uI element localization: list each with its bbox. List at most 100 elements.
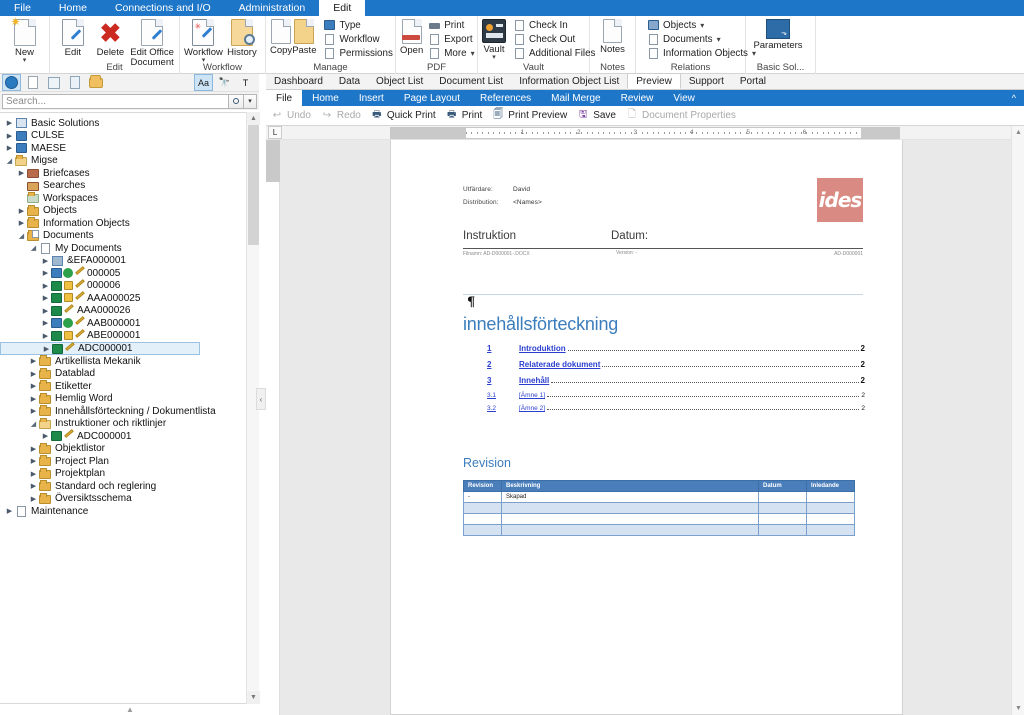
tree-node[interactable]: ▶ 000005 xyxy=(0,266,245,280)
more-caret-icon[interactable]: ▾ xyxy=(471,49,475,58)
tree-node[interactable]: ▶ Innehållsförteckning / Dokumentlista xyxy=(0,405,245,418)
vault-button[interactable]: Vault ▾ xyxy=(482,16,506,61)
tree-expander-expanded-icon[interactable]: ◢ xyxy=(28,244,39,252)
word-print-preview-button[interactable]: 🗐 Print Preview xyxy=(491,109,567,123)
type-button[interactable]: Type xyxy=(320,18,395,32)
tree-node[interactable]: ▶ Project Plan xyxy=(0,455,245,468)
preview-file-icon[interactable] xyxy=(44,74,63,91)
tree-expander-collapsed-icon[interactable]: ▶ xyxy=(28,470,39,478)
toc-entry-title[interactable]: Introduktion xyxy=(519,344,566,353)
tree-expander-collapsed-icon[interactable]: ▶ xyxy=(16,169,27,177)
module-tab-dashboard[interactable]: Dashboard xyxy=(266,74,331,89)
revision-table-cell[interactable] xyxy=(758,513,807,525)
documents-relation-button[interactable]: Documents ▾ xyxy=(644,32,759,46)
tab-stop-selector[interactable]: L xyxy=(268,126,282,139)
revision-table-row[interactable] xyxy=(463,524,855,536)
tree-node[interactable]: Searches xyxy=(0,180,245,193)
tree-node[interactable]: ◢ Migse xyxy=(0,154,245,168)
tree-scroll-up-icon[interactable]: ▲ xyxy=(247,112,260,125)
navigation-tree-panel[interactable]: ▶ Basic Solutions ▶ CULSE ▶ MAESE ◢ Migse ▶ Brief… xyxy=(0,112,259,704)
workflow-small-button[interactable]: Workflow xyxy=(320,32,395,46)
tree-scroll-down-icon[interactable]: ▼ xyxy=(247,691,260,704)
tree-expander-collapsed-icon[interactable]: ▶ xyxy=(40,432,51,440)
objects-relation-button[interactable]: Objects ▾ xyxy=(644,18,759,32)
vault-caret-icon[interactable]: ▾ xyxy=(492,54,496,61)
toc-entry-title[interactable]: Relaterade dokument xyxy=(519,360,600,369)
tree-expander-collapsed-icon[interactable]: ▶ xyxy=(28,395,39,403)
menu-item-administration[interactable]: Administration xyxy=(225,0,320,16)
toc-entry[interactable]: 3.2 [Ämne 2] 2 xyxy=(487,405,865,412)
module-tab-information-object-list[interactable]: Information Object List xyxy=(511,74,627,89)
tree-expander-collapsed-icon[interactable]: ▶ xyxy=(4,132,15,140)
collapse-panel-button[interactable]: ‹ xyxy=(256,388,266,410)
search-icon[interactable] xyxy=(229,93,244,109)
menu-item-file[interactable]: File xyxy=(0,0,45,16)
tree-node[interactable]: ▶ AAA000026 xyxy=(0,303,245,318)
horizontal-ruler[interactable]: 123456 xyxy=(390,127,900,139)
tree-node[interactable]: ▶ Översiktsschema xyxy=(0,492,245,506)
tree-node[interactable]: ▶ Basic Solutions xyxy=(0,117,245,130)
revision-table-cell[interactable] xyxy=(463,524,502,536)
revision-table-cell[interactable] xyxy=(758,491,807,503)
document-scroll-up-icon[interactable]: ▲ xyxy=(1012,126,1024,139)
copy-file-icon[interactable] xyxy=(65,74,84,91)
word-tab-insert[interactable]: Insert xyxy=(349,90,394,106)
revision-table-row[interactable] xyxy=(463,513,855,525)
toc-entry-title[interactable]: [Ämne 2] xyxy=(519,405,545,412)
workflow-button[interactable]: ✳ Workflow ▾ xyxy=(184,16,223,64)
toc-entry-title[interactable]: Innehåll xyxy=(519,376,549,385)
tree-expander-expanded-icon[interactable]: ◢ xyxy=(28,420,39,428)
tree-node[interactable]: ◢ My Documents xyxy=(0,242,245,255)
word-tab-review[interactable]: Review xyxy=(611,90,664,106)
parameters-button[interactable]: ⬎ Parameters xyxy=(750,16,806,51)
edit-office-document-button[interactable]: Edit Office Document xyxy=(129,16,175,68)
toc-entry[interactable]: 3.1 [Ämne 1] 2 xyxy=(487,392,865,399)
tree-expander-collapsed-icon[interactable]: ▶ xyxy=(28,457,39,465)
menu-item-home[interactable]: Home xyxy=(45,0,101,16)
tree-expander-collapsed-icon[interactable]: ▶ xyxy=(4,119,15,127)
tree-node-selected[interactable]: ▶ ADC000001 xyxy=(0,341,200,355)
tree-node[interactable]: ▶ Datablad xyxy=(0,367,245,381)
revision-table-cell[interactable]: Skapad xyxy=(501,491,759,503)
tree-node[interactable]: Workspaces xyxy=(0,192,245,205)
document-scroll-down-icon[interactable]: ▼ xyxy=(1012,702,1024,715)
module-tab-data[interactable]: Data xyxy=(331,74,368,89)
word-save-button[interactable]: 🖫 Save xyxy=(576,109,616,123)
open-pdf-button[interactable]: Open xyxy=(400,16,423,56)
tree-node[interactable]: ▶ MAESE xyxy=(0,142,245,155)
information-objects-relation-button[interactable]: Information Objects ▾ xyxy=(644,46,759,60)
tree-node[interactable]: ▶ AAA000025 xyxy=(0,291,245,305)
revision-table-row[interactable]: - Skapad xyxy=(463,491,855,503)
tree-node[interactable]: ▶ Objects xyxy=(0,204,245,218)
word-tab-view[interactable]: View xyxy=(663,90,705,106)
delete-button[interactable]: ✖ Delete xyxy=(92,16,130,58)
word-tab-home[interactable]: Home xyxy=(302,90,349,106)
word-tab-references[interactable]: References xyxy=(470,90,541,106)
additional-files-button[interactable]: Additional Files xyxy=(510,46,598,60)
word-print-button[interactable]: 🖶 Print xyxy=(445,109,482,123)
check-out-button[interactable]: Check Out xyxy=(510,32,598,46)
more-pdf-button[interactable]: More ▾ xyxy=(425,46,477,60)
tree-expander-collapsed-icon[interactable]: ▶ xyxy=(28,407,39,415)
tree-expander-collapsed-icon[interactable]: ▶ xyxy=(40,269,51,277)
tree-expander-collapsed-icon[interactable]: ▶ xyxy=(40,307,51,315)
word-tab-page-layout[interactable]: Page Layout xyxy=(394,90,470,106)
tree-expander-collapsed-icon[interactable]: ▶ xyxy=(28,445,39,453)
toc-entry[interactable]: 3 Innehåll 2 xyxy=(487,376,865,385)
tree-expander-collapsed-icon[interactable]: ▶ xyxy=(4,507,15,515)
document-scrollbar[interactable]: ▲ ▼ xyxy=(1011,126,1024,715)
tree-expander-collapsed-icon[interactable]: ▶ xyxy=(40,332,51,340)
search-input[interactable]: Search... xyxy=(2,93,229,109)
menu-item-connections-and-io[interactable]: Connections and I/O xyxy=(101,0,225,16)
tree-expander-collapsed-icon[interactable]: ▶ xyxy=(40,282,51,290)
tree-node[interactable]: ▶ Etiketter xyxy=(0,380,245,393)
tree-expander-collapsed-icon[interactable]: ▶ xyxy=(28,357,39,365)
folder-icon[interactable] xyxy=(86,74,105,91)
tree-node[interactable]: ▶ Information Objects xyxy=(0,217,245,230)
print-pdf-button[interactable]: Print xyxy=(425,18,477,32)
tree-scroll-thumb[interactable] xyxy=(248,125,259,245)
tree-node[interactable]: ▶ 000006 xyxy=(0,278,245,293)
edit-button[interactable]: Edit xyxy=(54,16,92,58)
revision-table-cell[interactable] xyxy=(463,513,502,525)
tree-node[interactable]: ▶ Maintenance xyxy=(0,505,245,518)
